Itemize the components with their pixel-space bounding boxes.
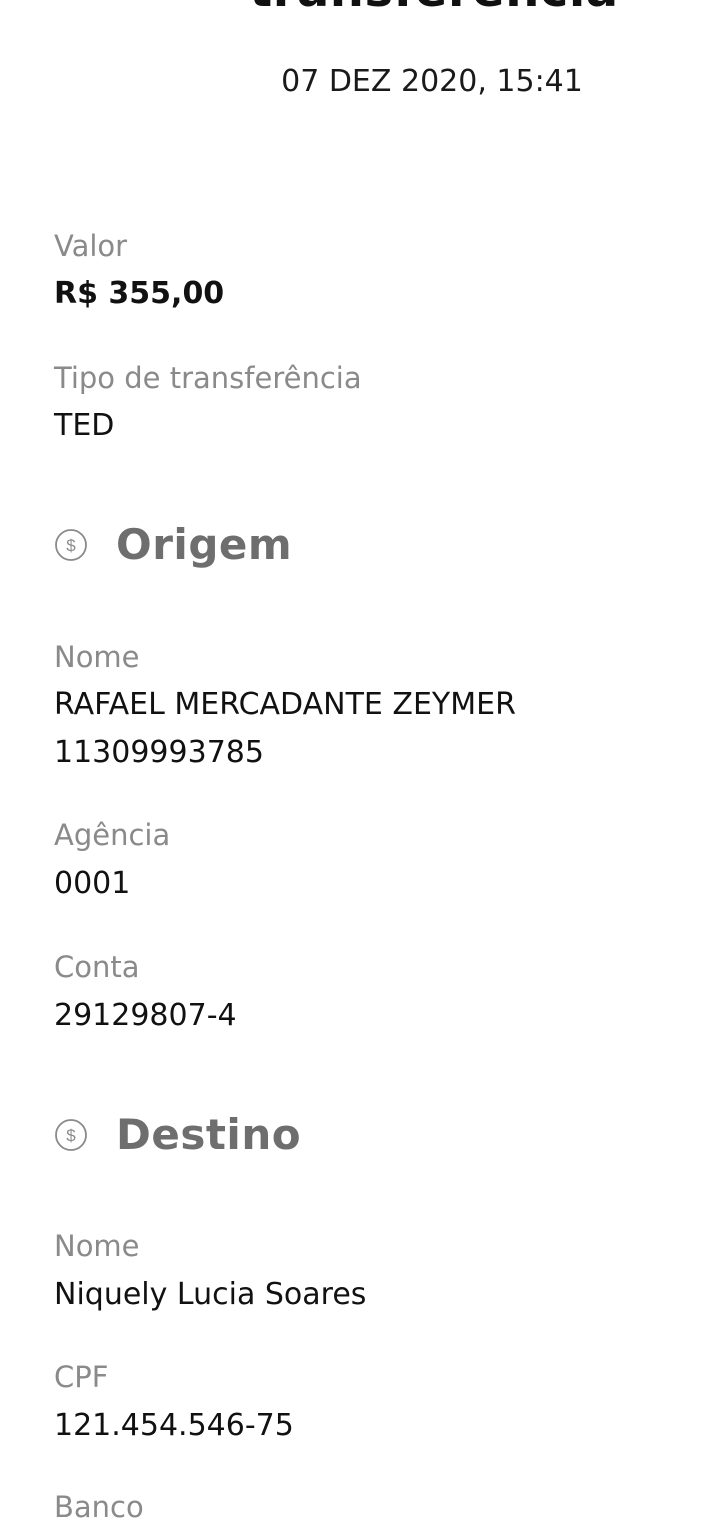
amount-label: Valor — [54, 229, 128, 263]
origin-agency-label: Agência — [54, 818, 171, 852]
origin-agency-value: 0001 — [54, 866, 131, 901]
destination-section-title: Destino — [116, 1110, 302, 1159]
destination-section-header: $ Destino — [54, 1110, 301, 1159]
transfer-type-value: TED — [54, 408, 115, 443]
origin-section-title: Origem — [116, 520, 293, 569]
svg-text:$: $ — [66, 536, 76, 555]
destination-name-label: Nome — [54, 1229, 140, 1263]
destination-bank-label: Banco — [54, 1490, 144, 1524]
destination-cpf-value: 121.454.546-75 — [54, 1408, 294, 1443]
transfer-type-label: Tipo de transferência — [54, 361, 362, 395]
origin-account-label: Conta — [54, 950, 140, 984]
destination-cpf-label: CPF — [54, 1360, 109, 1394]
origin-document-value: 11309993785 — [54, 735, 264, 770]
receipt-datetime: 07 DEZ 2020, 15:41 — [281, 64, 583, 99]
destination-name-value: Niquely Lucia Soares — [54, 1277, 367, 1312]
origin-section-header: $ Origem — [54, 520, 292, 569]
origin-account-value: 29129807-4 — [54, 998, 237, 1033]
dollar-coin-icon: $ — [55, 528, 87, 561]
origin-name-value: RAFAEL MERCADANTE ZEYMER — [54, 687, 516, 722]
svg-text:$: $ — [66, 1126, 76, 1145]
origin-name-label: Nome — [54, 640, 140, 674]
receipt-title: transferência — [0, 0, 720, 18]
dollar-coin-icon: $ — [55, 1118, 87, 1151]
amount-value: R$ 355,00 — [54, 276, 225, 311]
